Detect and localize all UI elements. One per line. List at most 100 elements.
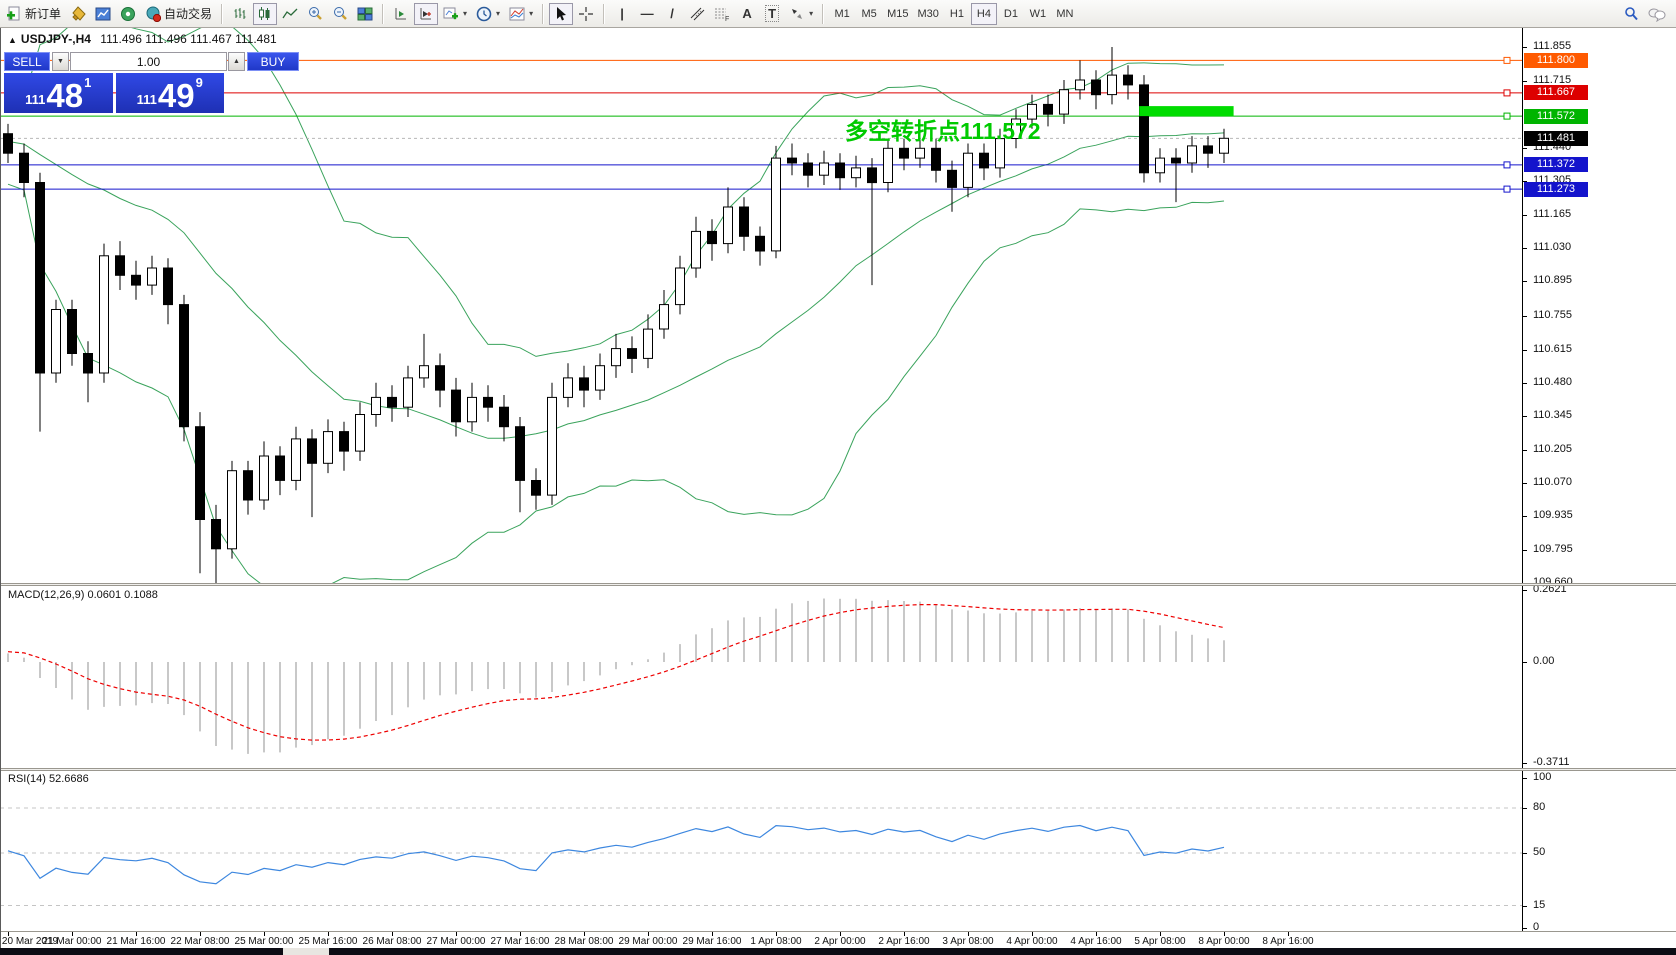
auto-trading-label: 自动交易 — [164, 5, 212, 22]
time-axis-label: 4 Apr 00:00 — [1006, 936, 1057, 947]
macd-chart[interactable] — [0, 586, 1522, 768]
toolbar-separator — [822, 4, 824, 24]
zoom-out-icon — [332, 6, 348, 22]
price-axis[interactable]: 111.855111.715111.440111.305111.165111.0… — [1522, 28, 1676, 931]
periods-button[interactable]: ▾ — [472, 3, 504, 25]
chevron-down-icon: ▾ — [463, 9, 467, 18]
panel-splitter[interactable] — [0, 583, 1676, 586]
line-chart-button[interactable] — [278, 3, 302, 25]
time-axis-label: 8 Apr 16:00 — [1262, 936, 1313, 947]
time-axis-label: 22 Mar 08:00 — [171, 936, 230, 947]
cursor-button[interactable] — [549, 3, 573, 25]
ohlc-readout: 111.496 111.496 111.467 111.481 — [100, 32, 276, 46]
indicators-icon — [509, 6, 525, 22]
chart-shift-icon — [418, 6, 434, 22]
new-chart-button[interactable]: ▾ — [439, 3, 471, 25]
tab-timeframe-w1[interactable]: W1 — [1025, 3, 1051, 25]
time-axis-label: 28 Mar 08:00 — [555, 936, 614, 947]
chart-shift-button[interactable] — [414, 3, 438, 25]
bottom-edge — [0, 948, 1676, 955]
search-button[interactable] — [1619, 3, 1643, 25]
candle-chart-button[interactable] — [253, 3, 277, 25]
eraser-button[interactable] — [66, 3, 90, 25]
tab-timeframe-h4[interactable]: H4 — [971, 3, 997, 25]
candlestick-chart-icon — [257, 6, 273, 22]
tab-timeframe-m5[interactable]: M5 — [856, 3, 882, 25]
tab-timeframe-h1[interactable]: H1 — [944, 3, 970, 25]
tab-timeframe-d1[interactable]: D1 — [998, 3, 1024, 25]
trendline-icon: / — [670, 6, 674, 21]
panel-splitter[interactable] — [0, 768, 1676, 771]
new-chart-icon — [443, 6, 459, 22]
arrows-button[interactable]: ▾ — [785, 3, 817, 25]
bar-chart-button[interactable] — [228, 3, 252, 25]
tab-timeframe-m1[interactable]: M1 — [829, 3, 855, 25]
zoom-in-button[interactable] — [303, 3, 327, 25]
time-axis[interactable]: 20 Mar 201921 Mar 00:0021 Mar 16:0022 Ma… — [0, 931, 1676, 948]
new-order-label: 新订单 — [25, 5, 61, 22]
tile-windows-button[interactable] — [353, 3, 377, 25]
indicators-button[interactable]: ▾ — [505, 3, 537, 25]
time-axis-label: 25 Mar 00:00 — [235, 936, 294, 947]
price-chart[interactable] — [0, 28, 1522, 584]
vertical-line-icon: | — [620, 6, 624, 21]
new-order-icon — [6, 6, 22, 22]
search-icon — [1623, 6, 1639, 22]
text-label-button[interactable]: T — [760, 3, 784, 25]
rsi-label: RSI(14) 52.6686 — [8, 773, 89, 785]
toolbar-separator — [221, 4, 223, 24]
volume-decrease-button[interactable]: ▼ — [52, 52, 69, 71]
chat-icon — [1648, 6, 1666, 22]
toolbar-separator — [382, 4, 384, 24]
chat-button[interactable] — [1644, 3, 1670, 25]
volume-input[interactable] — [70, 52, 227, 71]
scroll-to-end-button[interactable] — [389, 3, 413, 25]
new-order-button[interactable]: 新订单 — [2, 3, 65, 25]
buy-button[interactable]: BUY — [247, 52, 299, 71]
sell-price-big: 48 — [46, 81, 83, 111]
chart-left-border — [0, 28, 1, 948]
time-axis-label: 4 Apr 16:00 — [1070, 936, 1121, 947]
fibonacci-button[interactable]: F — [710, 3, 734, 25]
chart-profile-button[interactable] — [91, 3, 115, 25]
main-toolbar: 新订单 自动交易 — [0, 0, 1676, 28]
auto-trading-button[interactable]: 自动交易 — [141, 3, 216, 25]
tab-timeframe-m30[interactable]: M30 — [914, 3, 943, 25]
time-axis-label: 1 Apr 08:00 — [750, 936, 801, 947]
time-axis-label: 27 Mar 00:00 — [427, 936, 486, 947]
signal-button[interactable] — [116, 3, 140, 25]
tile-windows-icon — [357, 6, 373, 22]
volume-increase-button[interactable]: ▲ — [228, 52, 245, 71]
sell-button[interactable]: SELL — [4, 52, 50, 71]
time-axis-label: 21 Mar 16:00 — [107, 936, 166, 947]
sell-price-prefix: 111 — [25, 92, 45, 107]
pivot-annotation: 多空转折点111.572 — [845, 112, 1041, 146]
macd-label: MACD(12,26,9) 0.0601 0.1088 — [8, 589, 158, 601]
collapse-arrow-icon[interactable]: ▲ — [8, 35, 17, 45]
cursor-icon — [553, 6, 569, 22]
buy-price-box[interactable]: 111 49 9 — [116, 73, 225, 113]
time-axis-label: 21 Mar 00:00 — [43, 936, 102, 947]
clock-icon — [476, 6, 492, 22]
tab-timeframe-mn[interactable]: MN — [1052, 3, 1078, 25]
sell-price-box[interactable]: 111 48 1 — [4, 73, 113, 113]
crosshair-button[interactable] — [574, 3, 598, 25]
tab-timeframe-m15[interactable]: M15 — [883, 3, 912, 25]
text-icon: A — [742, 6, 751, 21]
time-axis-label: 2 Apr 00:00 — [814, 936, 865, 947]
zoom-out-button[interactable] — [328, 3, 352, 25]
channel-button[interactable] — [685, 3, 709, 25]
trendline-button[interactable]: / — [660, 3, 684, 25]
text-label-icon: T — [765, 5, 779, 22]
rsi-chart[interactable] — [0, 771, 1522, 931]
bottom-edge-gap — [283, 948, 329, 955]
sell-price-sup: 1 — [84, 75, 91, 90]
horizontal-line-icon: — — [641, 6, 654, 21]
scroll-to-end-icon — [393, 6, 409, 22]
vertical-line-button[interactable]: | — [610, 3, 634, 25]
horizontal-line-button[interactable]: — — [635, 3, 659, 25]
text-button[interactable]: A — [735, 3, 759, 25]
time-axis-label: 25 Mar 16:00 — [299, 936, 358, 947]
buy-price-big: 49 — [158, 81, 195, 111]
channel-icon — [689, 6, 705, 22]
